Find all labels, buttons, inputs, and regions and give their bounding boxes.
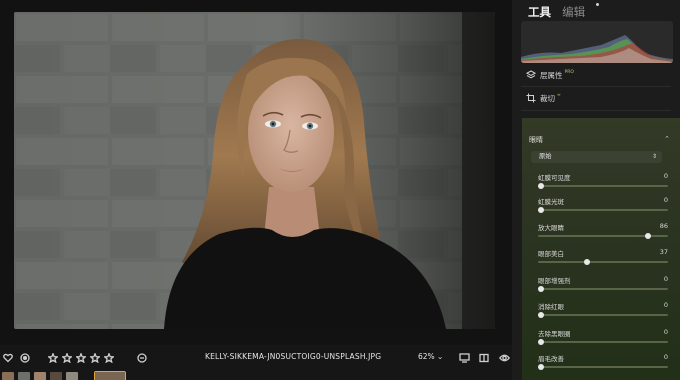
- photo-canvas[interactable]: [14, 12, 495, 329]
- slider-label: 放大眼睛: [538, 224, 564, 232]
- eyes-section: 眼睛 ⌃ 原始 ⇕ 虹膜可见度 0 虹膜光斑 0 放大眼睛 86 眼部美白 37 眼部增强剂 0 消…: [522, 118, 680, 380]
- star-icon[interactable]: [104, 350, 114, 366]
- preset-dropdown[interactable]: 原始 ⇕: [531, 151, 662, 163]
- slider-value: 37: [659, 248, 668, 256]
- slider-value: 0: [663, 301, 668, 309]
- filmstrip-thumbnail[interactable]: [66, 372, 78, 380]
- layers-icon: [525, 70, 537, 80]
- filmstrip-thumbnail[interactable]: [2, 372, 14, 380]
- slider-value: 0: [663, 275, 668, 283]
- tool-label: 裁切: [540, 94, 555, 103]
- tab-tools[interactable]: 工具: [528, 5, 551, 19]
- slider-track[interactable]: [538, 261, 668, 263]
- filmstrip-thumbnail-selected[interactable]: [94, 371, 126, 380]
- star-icon[interactable]: [48, 350, 58, 366]
- slider-handle[interactable]: [644, 233, 651, 239]
- slider-value: 86: [659, 222, 668, 230]
- slider-row[interactable]: 放大眼睛 86: [538, 222, 668, 244]
- star-rating[interactable]: [48, 350, 114, 366]
- panel-tabs: 工具 编辑: [528, 1, 599, 19]
- file-name: KELLY-SIKKEMA-JN0SUCTOIG0-UNSPLASH.JPG: [205, 352, 382, 361]
- star-icon[interactable]: [90, 350, 100, 366]
- canvas-area: [0, 0, 512, 345]
- chevron-updown-icon: ⇕: [651, 153, 657, 160]
- slider-label: 虹膜可见度: [538, 174, 571, 182]
- slider-value: 0: [663, 196, 668, 204]
- preset-value: 原始: [539, 153, 552, 160]
- slider-row[interactable]: 消除红眼 0: [538, 301, 668, 323]
- app-window: KELLY-SIKKEMA-JN0SUCTOIG0-UNSPLASH.JPG 6…: [0, 0, 680, 380]
- chevron-up-icon[interactable]: ⌃: [664, 135, 670, 143]
- tab-edit[interactable]: 编辑: [562, 5, 585, 19]
- crop-icon: [526, 93, 536, 103]
- heart-icon[interactable]: [0, 350, 16, 366]
- slider-track[interactable]: [538, 209, 668, 211]
- slider-track[interactable]: [538, 288, 668, 290]
- slider-label: 消除红眼: [538, 303, 564, 311]
- section-title: 眼睛: [529, 136, 543, 144]
- slider-handle[interactable]: [583, 259, 590, 265]
- star-icon[interactable]: [62, 350, 72, 366]
- slider-handle[interactable]: [538, 286, 544, 292]
- star-icon[interactable]: [76, 350, 86, 366]
- notification-dot: [596, 3, 599, 6]
- slider-label: 眼部增强剂: [538, 277, 571, 285]
- slider-handle[interactable]: [538, 364, 544, 370]
- slider-value: 0: [663, 328, 668, 336]
- slider-track[interactable]: [538, 341, 668, 343]
- slider-label: 眉毛改善: [538, 355, 564, 363]
- slider-handle[interactable]: [538, 183, 544, 189]
- reject-icon[interactable]: [17, 350, 33, 366]
- divider: [521, 86, 671, 87]
- filmstrip-thumbnail[interactable]: [34, 372, 46, 380]
- slider-handle[interactable]: [538, 339, 544, 345]
- slider-handle[interactable]: [538, 207, 544, 213]
- slider-label: 眼部美白: [538, 250, 564, 258]
- slider-label: 虹膜光斑: [538, 198, 564, 206]
- slider-row[interactable]: 眉毛改善 0: [538, 353, 668, 375]
- compare-icon[interactable]: [456, 350, 472, 366]
- tool-label: 层属性: [540, 71, 563, 80]
- portrait-photo: [14, 12, 495, 329]
- split-view-icon[interactable]: [476, 350, 492, 366]
- slider-handle[interactable]: [538, 312, 544, 318]
- slider-label: 去除黑眼圈: [538, 330, 571, 338]
- crop-badge: ≈: [557, 93, 561, 98]
- slider-row[interactable]: 眼部美白 37: [538, 248, 668, 270]
- slider-track[interactable]: [538, 185, 668, 187]
- slider-value: 0: [663, 172, 668, 180]
- slider-row[interactable]: 眼部增强剂 0: [538, 275, 668, 297]
- tools-panel: 工具 编辑 层属性 PRO 裁切 ≈ 眼睛 ⌃ 原始 ⇕ 虹膜可见度 0 虹膜光…: [512, 0, 680, 380]
- eye-icon[interactable]: [496, 350, 512, 366]
- filmstrip-thumbnail[interactable]: [18, 372, 30, 380]
- slider-row[interactable]: 去除黑眼圈 0: [538, 328, 668, 350]
- slider-value: 0: [663, 353, 668, 361]
- slider-track[interactable]: [538, 366, 668, 368]
- zoom-level[interactable]: 62% ⌄: [418, 352, 443, 361]
- pro-badge: PRO: [564, 70, 574, 75]
- histogram: [521, 21, 673, 63]
- divider: [521, 110, 671, 111]
- bottom-toolbar: KELLY-SIKKEMA-JN0SUCTOIG0-UNSPLASH.JPG 6…: [0, 345, 522, 371]
- minus-circle-icon[interactable]: [134, 350, 150, 366]
- tool-crop[interactable]: 裁切 ≈: [512, 89, 680, 107]
- slider-track[interactable]: [538, 314, 668, 316]
- slider-row[interactable]: 虹膜光斑 0: [538, 196, 668, 218]
- filmstrip-thumbnail[interactable]: [50, 372, 62, 380]
- slider-row[interactable]: 虹膜可见度 0: [538, 172, 668, 194]
- tool-layer-properties[interactable]: 层属性 PRO: [512, 66, 680, 84]
